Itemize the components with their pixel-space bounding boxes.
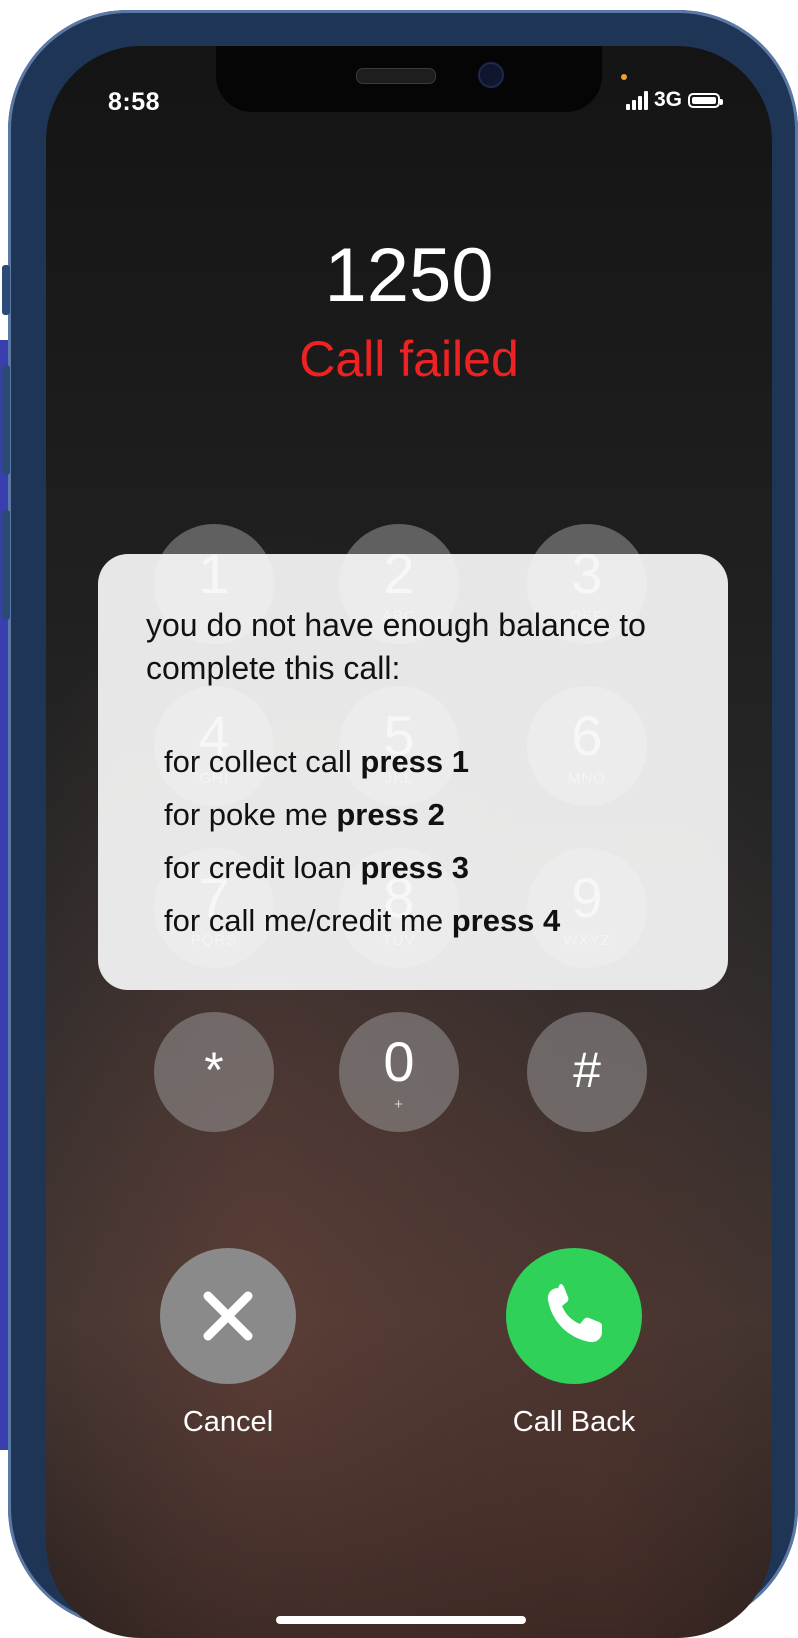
close-icon [203, 1291, 253, 1341]
call-back-button[interactable] [506, 1248, 642, 1384]
home-indicator[interactable] [276, 1616, 526, 1624]
key-digit: # [573, 1042, 601, 1098]
phone-icon [547, 1284, 602, 1343]
call-screen: 8:58 3G 1250 Call failed 12ABC3DEF4GHI5J… [46, 46, 772, 1638]
key-letters: + [394, 1096, 404, 1113]
signal-icon [625, 90, 648, 110]
speaker-grille [356, 68, 436, 84]
key-digit: 0 [383, 1030, 415, 1093]
mic-indicator-dot [621, 74, 627, 80]
battery-icon [688, 92, 723, 108]
popup-option: for collect call press 1 [164, 744, 469, 779]
status-time: 8:58 [108, 88, 161, 116]
call-back-label: Call Back [512, 1406, 636, 1438]
cancel-button[interactable] [160, 1248, 296, 1384]
popup-option: for credit loan press 3 [164, 850, 470, 885]
popup-message: you do not have enough balance to comple… [146, 607, 646, 686]
mute-switch [2, 265, 10, 315]
keypad-key[interactable]: # [527, 1012, 647, 1132]
volume-up-button [2, 365, 10, 475]
popup-option: for poke me press 2 [164, 797, 445, 832]
network-type: 3G [653, 88, 682, 111]
call-status-text: Call failed [299, 331, 519, 387]
key-digit: * [204, 1042, 224, 1098]
cancel-label: Cancel [182, 1406, 274, 1438]
keypad-key[interactable]: 0 + [339, 1012, 459, 1132]
keypad-key[interactable]: * [154, 1012, 274, 1132]
volume-down-button [2, 510, 10, 620]
dialed-number: 1250 [324, 233, 494, 318]
notch [216, 46, 602, 112]
popup-option: for call me/credit me press 4 [164, 903, 561, 938]
balance-alert-popup: you do not have enough balance to comple… [98, 554, 728, 990]
phone-frame: 8:58 3G 1250 Call failed 12ABC3DEF4GHI5J… [2, 10, 798, 1638]
front-camera [478, 62, 504, 88]
status-icons: 3G [625, 88, 723, 112]
